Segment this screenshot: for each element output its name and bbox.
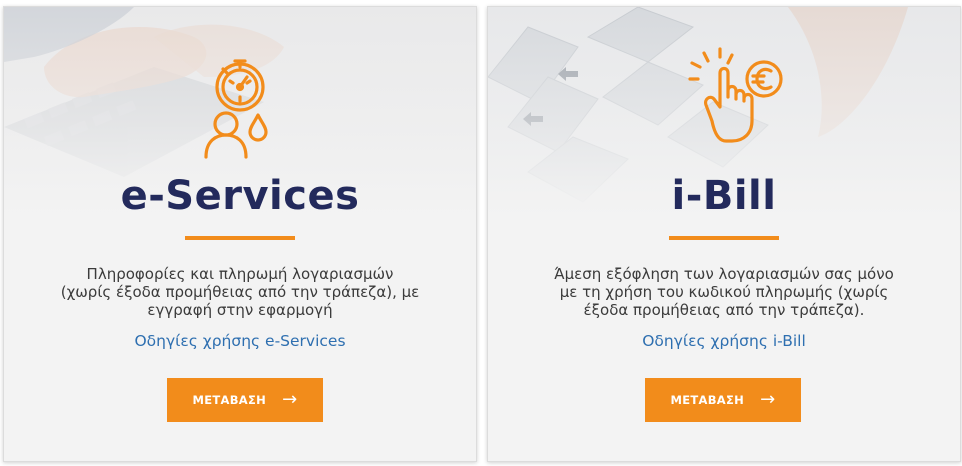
tap-euro-icon [688, 47, 783, 143]
services-grid: e-Services Πληροφορίες και πληρωμή λογαρ… [0, 0, 962, 466]
card-title: e-Services [120, 173, 360, 219]
card-i-bill: i-Bill Άμεση εξόφληση των λογαριασμών σα… [487, 6, 961, 462]
card-e-services: e-Services Πληροφορίες και πληρωμή λογαρ… [3, 6, 477, 462]
usage-guide-link[interactable]: Οδηγίες χρήσης e-Services [4, 332, 476, 350]
card-title: i-Bill [671, 173, 777, 219]
card-description: Άμεση εξόφληση των λογαριασμών σας μόνο … [554, 265, 894, 319]
go-button[interactable]: ΜΕΤΑΒΑΣΗ → [645, 378, 801, 422]
title-underline [185, 236, 295, 240]
user-meter-icon [204, 59, 268, 159]
usage-guide-link[interactable]: Οδηγίες χρήσης i-Bill [488, 332, 960, 350]
card-description: Πληροφορίες και πληρωμή λογαριασμών (χωρ… [60, 265, 420, 319]
go-button-label: ΜΕΤΑΒΑΣΗ [192, 393, 267, 407]
arrow-right-icon: → [282, 389, 298, 410]
arrow-right-icon: → [760, 389, 776, 410]
go-button-label: ΜΕΤΑΒΑΣΗ [670, 393, 745, 407]
title-underline [669, 236, 779, 240]
go-button[interactable]: ΜΕΤΑΒΑΣΗ → [167, 378, 323, 422]
